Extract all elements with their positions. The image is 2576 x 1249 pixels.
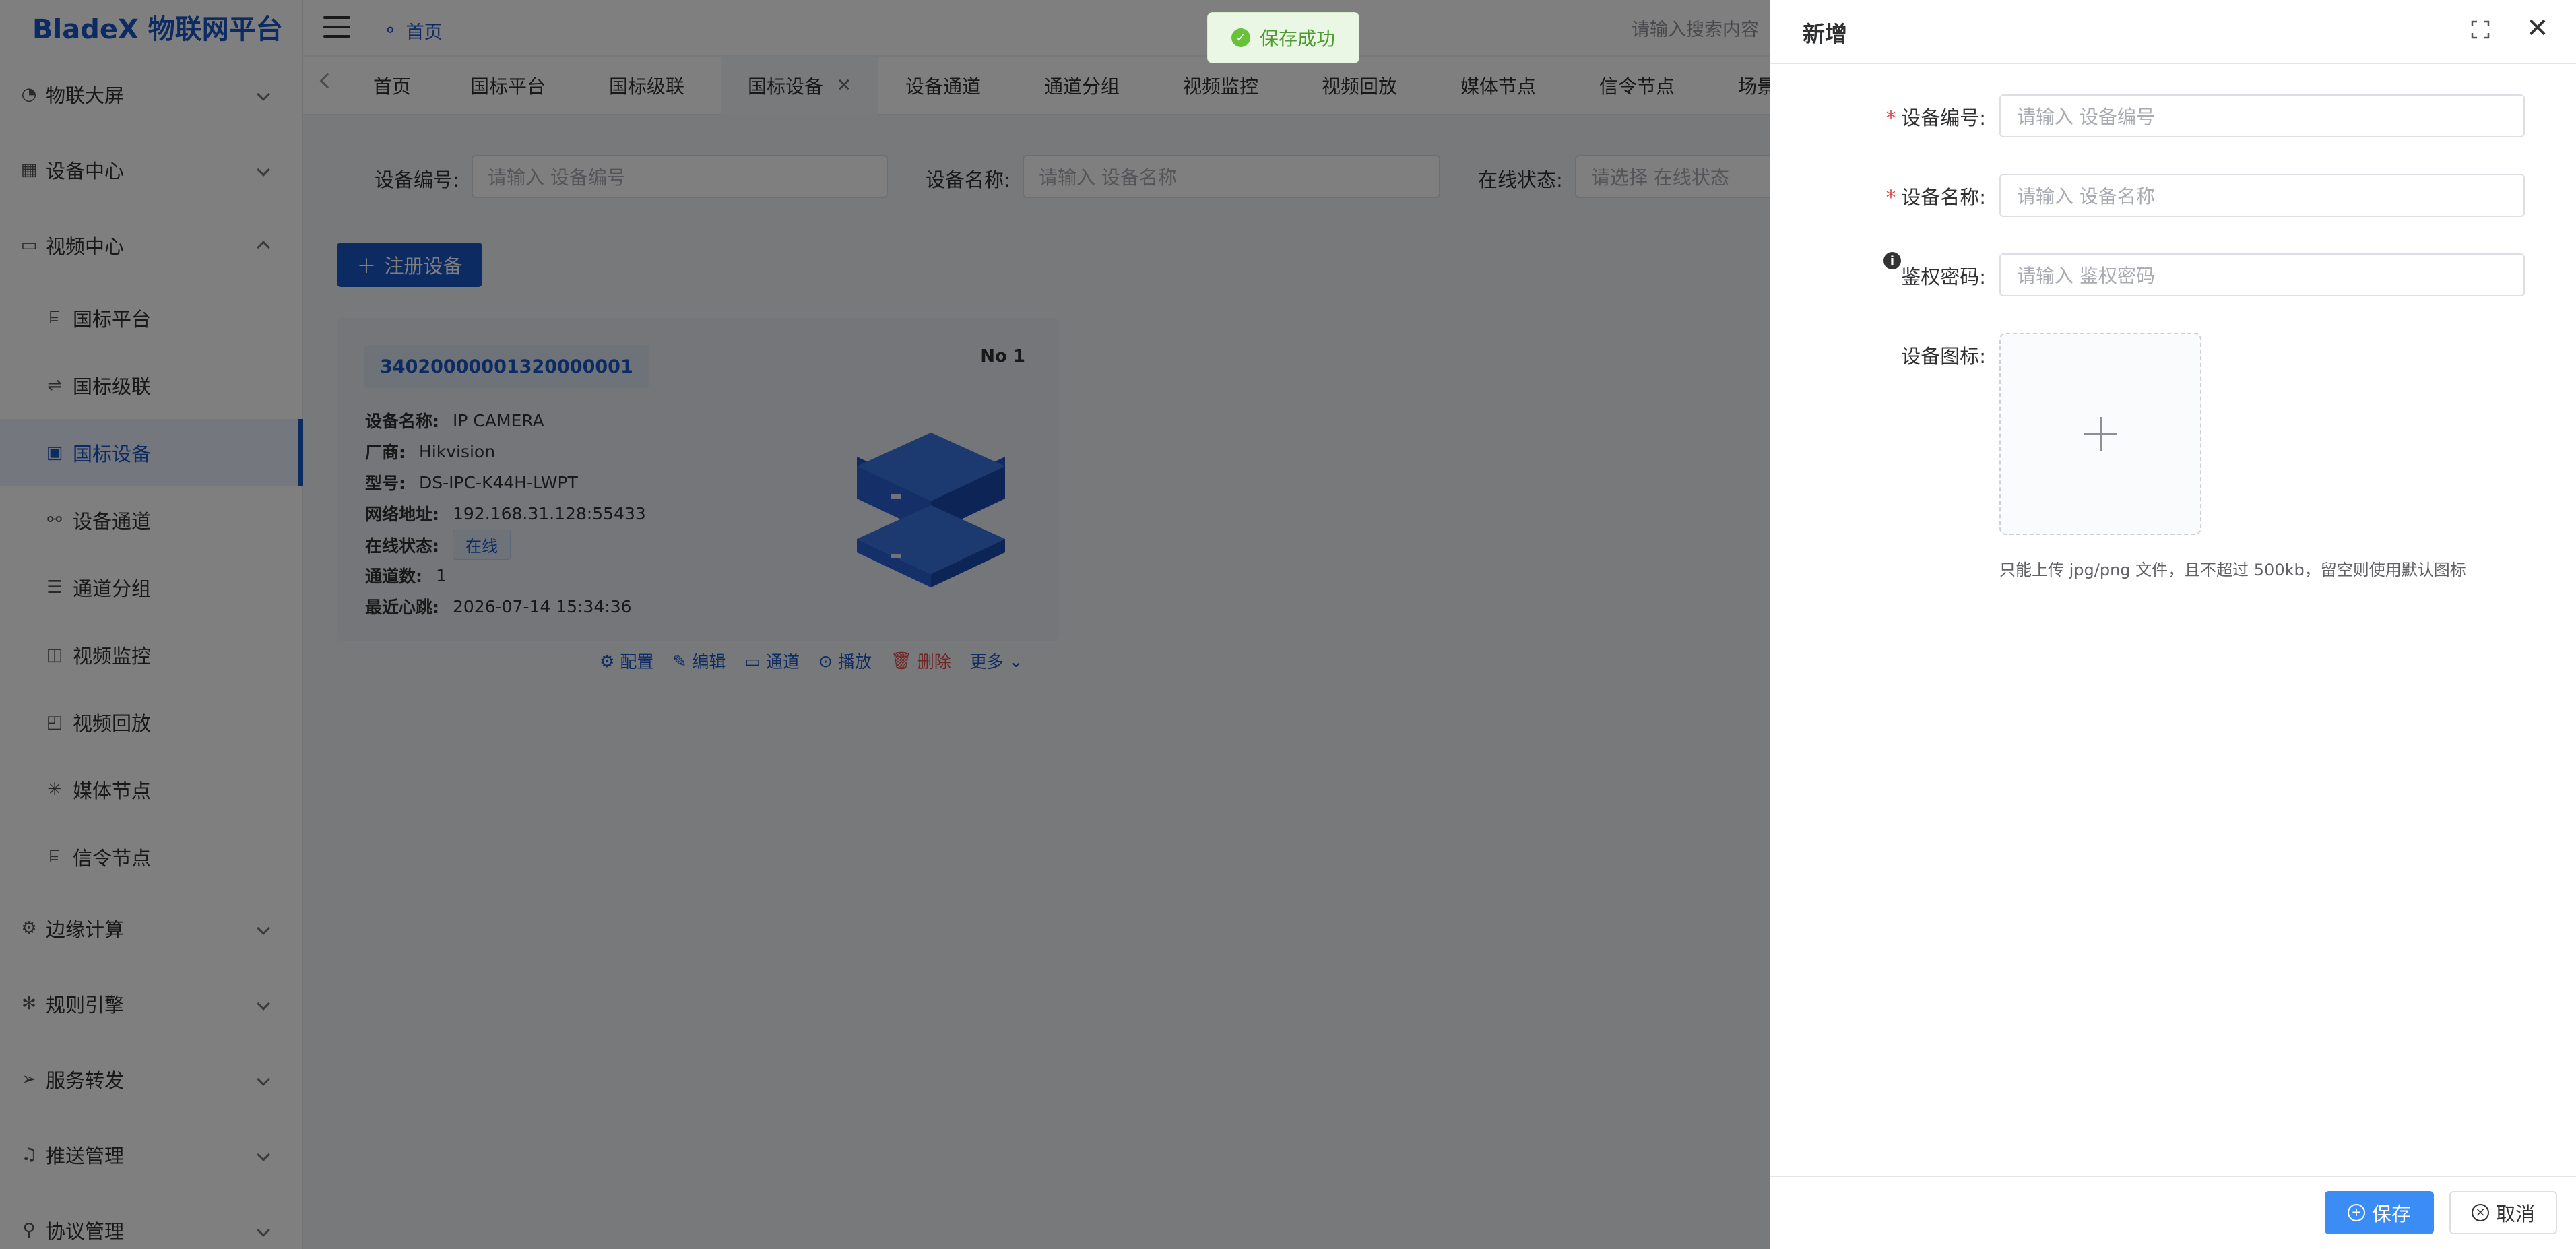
field-code-label: * 设备编号: bbox=[1770, 102, 1986, 131]
device-name-input[interactable]: 请输入 设备名称 bbox=[1999, 174, 2525, 217]
drawer-title: 新增 bbox=[1803, 21, 1847, 47]
device-code-input[interactable]: 请输入 设备编号 bbox=[1999, 94, 2525, 137]
plus-icon bbox=[2084, 417, 2117, 451]
field-icon-label: 设备图标: bbox=[1901, 345, 1986, 368]
add-device-drawer: 新增 ✕ * 设备编号: 请输入 设备编号 * 设备名称: 请输入 设备名称 i 鉴… bbox=[1770, 0, 2576, 1249]
required-mark: * bbox=[1886, 106, 1896, 129]
cancel-button[interactable]: × 取消 bbox=[2449, 1191, 2557, 1234]
required-mark: * bbox=[1886, 186, 1896, 209]
upload-tip: 只能上传 jpg/png 文件，且不超过 500kb，留空则使用默认图标 bbox=[1999, 561, 2466, 579]
field-name-label: * 设备名称: bbox=[1770, 182, 1986, 210]
cancel-label: 取消 bbox=[2495, 1203, 2535, 1225]
success-toast: ✓ 保存成功 bbox=[1207, 12, 1359, 63]
label-text: 设备编号: bbox=[1901, 106, 1986, 129]
icon-upload-area[interactable] bbox=[1999, 333, 2201, 535]
save-label: 保存 bbox=[2371, 1203, 2411, 1225]
save-icon: + bbox=[2347, 1204, 2365, 1221]
close-circle-icon: × bbox=[2471, 1204, 2489, 1221]
divider bbox=[1770, 63, 2576, 64]
fullscreen-icon[interactable] bbox=[2471, 20, 2490, 39]
field-password-label: 鉴权密码: bbox=[1901, 265, 1986, 288]
check-circle-icon: ✓ bbox=[1231, 28, 1250, 47]
auth-password-input[interactable]: 请输入 鉴权密码 bbox=[1999, 253, 2525, 296]
divider bbox=[1770, 1176, 2576, 1177]
modal-overlay[interactable] bbox=[0, 0, 1770, 1249]
toast-message: 保存成功 bbox=[1259, 28, 1335, 50]
label-text: 设备名称: bbox=[1901, 186, 1986, 209]
save-button[interactable]: + 保存 bbox=[2325, 1191, 2434, 1234]
close-icon[interactable]: ✕ bbox=[2526, 15, 2549, 42]
